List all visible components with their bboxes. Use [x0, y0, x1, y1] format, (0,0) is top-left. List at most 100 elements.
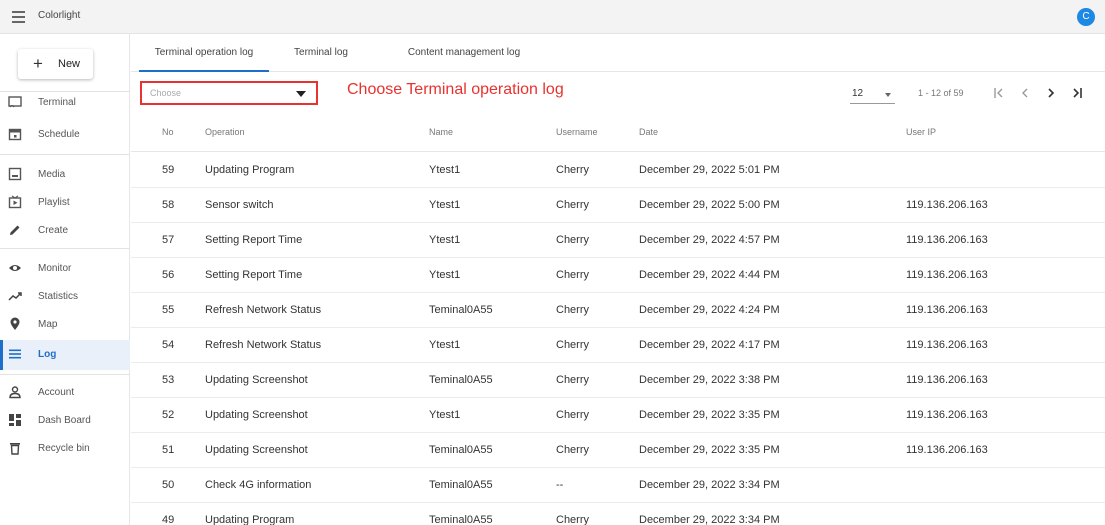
last-page-button[interactable]	[1068, 84, 1086, 102]
column-header-name[interactable]: Name	[429, 127, 453, 137]
tab-content-management-log[interactable]: Content management log	[389, 34, 539, 72]
cell-name: Teminal0A55	[429, 444, 493, 456]
sidebar-divider	[0, 154, 130, 155]
sidebar-item-recycle-bin[interactable]: Recycle bin	[0, 434, 130, 464]
sidebar-item-label: Playlist	[38, 197, 70, 208]
cell-name: Teminal0A55	[429, 479, 493, 491]
cell-date: December 29, 2022 4:17 PM	[639, 339, 780, 351]
table-row[interactable]: 49 Updating Program Teminal0A55 Cherry D…	[131, 503, 1105, 525]
sidebar-item-label: Media	[38, 169, 66, 180]
sidebar-item-terminal[interactable]: Terminal	[0, 88, 130, 118]
sidebar-item-create[interactable]: Create	[0, 216, 130, 246]
cell-username: --	[556, 479, 564, 491]
column-header-user-ip[interactable]: User IP	[906, 127, 936, 137]
table-row[interactable]: 55 Refresh Network Status Teminal0A55 Ch…	[131, 293, 1105, 328]
first-page-button[interactable]	[990, 84, 1008, 102]
sidebar-item-label: Monitor	[38, 263, 72, 274]
page-size-value: 12	[852, 88, 864, 99]
cell-user-ip: 119.136.206.163	[906, 199, 988, 211]
terminal-icon	[8, 96, 22, 108]
column-header-no[interactable]: No	[162, 127, 174, 137]
cell-no: 52	[162, 409, 175, 421]
sidebar-item-label: Statistics	[38, 291, 79, 302]
cell-operation: Refresh Network Status	[205, 304, 322, 316]
sidebar-item-label: Create	[38, 225, 69, 236]
table-row[interactable]: 53 Updating Screenshot Teminal0A55 Cherr…	[131, 363, 1105, 398]
prev-page-button[interactable]	[1016, 84, 1034, 102]
select-placeholder: Choose	[150, 88, 182, 98]
table-row[interactable]: 56 Setting Report Time Ytest1 Cherry Dec…	[131, 258, 1105, 293]
table-row[interactable]: 54 Refresh Network Status Ytest1 Cherry …	[131, 328, 1105, 363]
cell-date: December 29, 2022 4:57 PM	[639, 234, 780, 246]
cell-username: Cherry	[556, 164, 590, 176]
page-size-select[interactable]: 12	[850, 88, 895, 104]
table-row[interactable]: 51 Updating Screenshot Teminal0A55 Cherr…	[131, 433, 1105, 468]
table-header: No Operation Name Username Date User IP	[131, 114, 1105, 152]
cell-user-ip: 119.136.206.163	[906, 234, 988, 246]
cell-operation: Updating Screenshot	[205, 374, 308, 386]
dropdown-arrow-icon	[296, 91, 306, 97]
cell-operation: Refresh Network Status	[205, 339, 322, 351]
dropdown-arrow-icon	[885, 93, 891, 97]
cell-name: Ytest1	[429, 339, 461, 351]
new-button[interactable]: + New	[18, 49, 93, 79]
cell-date: December 29, 2022 3:34 PM	[639, 514, 780, 525]
cell-no: 56	[162, 269, 175, 281]
cell-username: Cherry	[556, 234, 590, 246]
media-icon	[8, 167, 22, 181]
cell-operation: Updating Screenshot	[205, 409, 308, 421]
column-header-username[interactable]: Username	[556, 127, 598, 137]
column-header-operation[interactable]: Operation	[205, 127, 245, 137]
sidebar-item-label: Map	[38, 319, 58, 330]
pager-range: 1 - 12 of 59	[918, 88, 964, 98]
avatar[interactable]: C	[1077, 8, 1095, 26]
cell-no: 58	[162, 199, 175, 211]
sidebar-item-label: Schedule	[38, 129, 80, 140]
sidebar-item-media[interactable]: Media	[0, 160, 130, 190]
sidebar-divider	[0, 248, 130, 249]
cell-operation: Sensor switch	[205, 199, 274, 211]
hamburger-menu-icon[interactable]	[12, 11, 25, 23]
log-icon	[9, 349, 21, 359]
table-row[interactable]: 59 Updating Program Ytest1 Cherry Decemb…	[131, 153, 1105, 188]
sidebar-item-label: Log	[38, 349, 57, 360]
sidebar-item-monitor[interactable]: Monitor	[0, 254, 130, 284]
cell-name: Ytest1	[429, 199, 461, 211]
cell-date: December 29, 2022 3:35 PM	[639, 444, 780, 456]
sidebar-item-account[interactable]: Account	[0, 378, 130, 408]
plus-icon: +	[33, 54, 43, 73]
cell-date: December 29, 2022 5:00 PM	[639, 199, 780, 211]
table-row[interactable]: 58 Sensor switch Ytest1 Cherry December …	[131, 188, 1105, 223]
sidebar-item-dash-board[interactable]: Dash Board	[0, 406, 130, 436]
cell-username: Cherry	[556, 304, 590, 316]
table-row[interactable]: 50 Check 4G information Teminal0A55 -- D…	[131, 468, 1105, 503]
cell-no: 59	[162, 164, 175, 176]
sidebar-item-log[interactable]: Log	[0, 340, 130, 370]
column-header-date[interactable]: Date	[639, 127, 658, 137]
cell-date: December 29, 2022 3:34 PM	[639, 479, 780, 491]
cell-no: 57	[162, 234, 175, 246]
sidebar-item-map[interactable]: Map	[0, 310, 130, 340]
tab-terminal-operation-log[interactable]: Terminal operation log	[139, 34, 269, 72]
tab-terminal-log[interactable]: Terminal log	[281, 34, 361, 72]
cell-operation: Setting Report Time	[205, 234, 303, 246]
sidebar-item-playlist[interactable]: Playlist	[0, 188, 130, 218]
cell-no: 54	[162, 339, 175, 351]
cell-date: December 29, 2022 3:38 PM	[639, 374, 780, 386]
next-page-button[interactable]	[1042, 84, 1060, 102]
table-row[interactable]: 52 Updating Screenshot Ytest1 Cherry Dec…	[131, 398, 1105, 433]
log-type-select[interactable]: Choose	[140, 81, 318, 105]
sidebar-item-label: Recycle bin	[38, 443, 90, 454]
cell-date: December 29, 2022 4:24 PM	[639, 304, 780, 316]
sidebar-item-schedule[interactable]: Schedule	[0, 120, 130, 150]
sidebar-item-label: Dash Board	[38, 415, 91, 426]
cell-operation: Setting Report Time	[205, 269, 303, 281]
cell-username: Cherry	[556, 374, 590, 386]
cell-username: Cherry	[556, 339, 590, 351]
cell-date: December 29, 2022 5:01 PM	[639, 164, 780, 176]
table-row[interactable]: 57 Setting Report Time Ytest1 Cherry Dec…	[131, 223, 1105, 258]
dashboard-icon	[9, 414, 21, 426]
sidebar-item-statistics[interactable]: Statistics	[0, 282, 130, 312]
map-pin-icon	[10, 317, 20, 330]
calendar-icon	[8, 128, 22, 141]
